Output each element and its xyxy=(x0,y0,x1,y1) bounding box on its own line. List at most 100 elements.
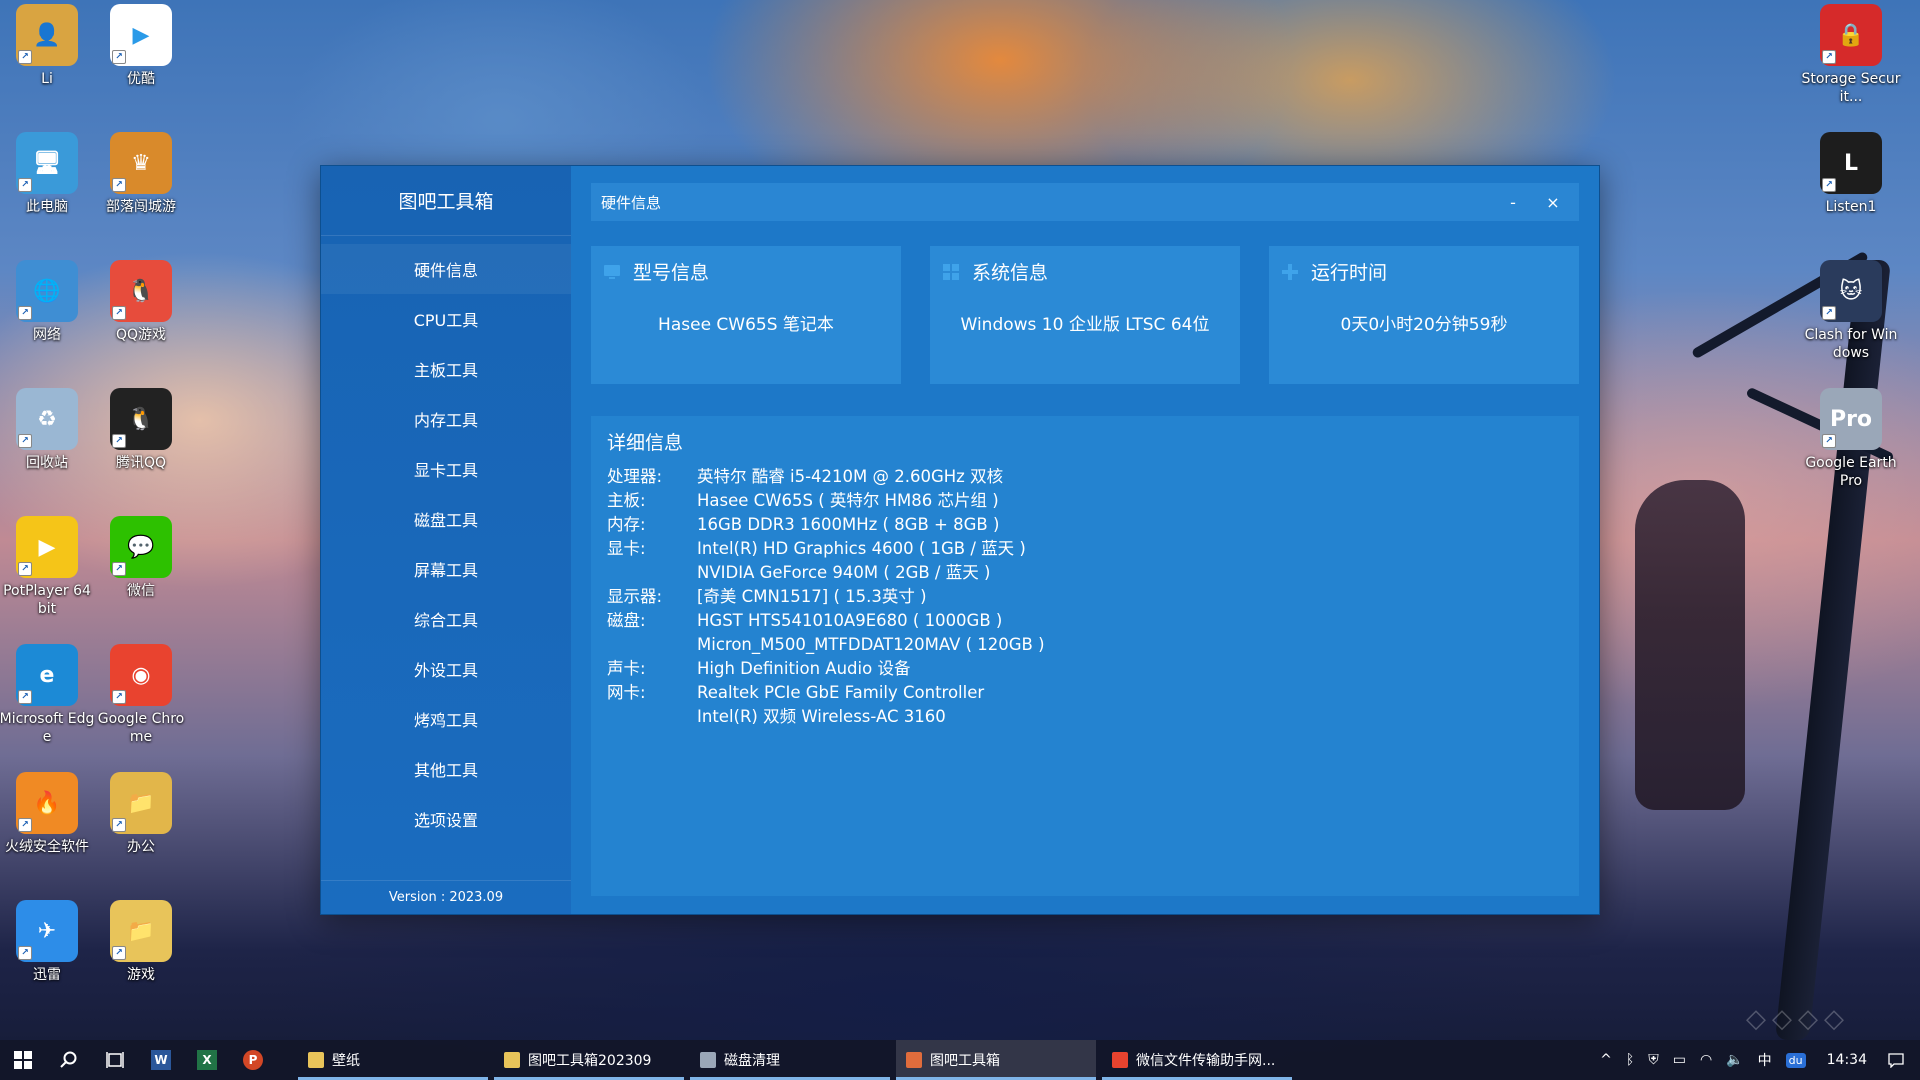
desktop-icon-clash-for-windows[interactable]: 🐱 ↗ Clash for Windows xyxy=(1805,260,1897,372)
desktop-icon-recycle-bin[interactable]: ♻ ↗ 回收站 xyxy=(2,388,92,500)
detail-value: High Definition Audio 设备 xyxy=(697,659,911,678)
taskbar-wallpaper-folder[interactable]: 壁纸 xyxy=(298,1040,488,1080)
desktop-icon-xunlei[interactable]: ✈ ↗ 迅雷 xyxy=(2,900,92,1012)
taskbar-disk-cleanup-icon xyxy=(700,1052,716,1068)
shortcut-arrow-icon: ↗ xyxy=(1822,50,1836,64)
desktop-icon-wechat[interactable]: 💬 ↗ 微信 xyxy=(96,516,186,628)
wifi-icon[interactable]: ◠ xyxy=(1693,1040,1719,1080)
taskbar-chrome-wechat[interactable]: 微信文件传输助手网... xyxy=(1102,1040,1292,1080)
shield-icon[interactable]: ⛨ xyxy=(1641,1040,1666,1080)
chevron-up-icon[interactable]: ^ xyxy=(1593,1040,1619,1080)
desktop-icon-listen1[interactable]: L ↗ Listen1 xyxy=(1806,132,1896,244)
battery-icon[interactable]: ▭ xyxy=(1666,1040,1693,1080)
notification-icon[interactable] xyxy=(1881,1040,1920,1080)
desktop-icon-youku[interactable]: ▶ ↗ 优酷 xyxy=(96,4,186,116)
sidebar-item-4[interactable]: 显卡工具 xyxy=(321,444,571,494)
icon-glyph: 💬 xyxy=(127,534,155,560)
detail-key: 声卡: xyxy=(607,659,646,678)
games-folder-icon: 📁 ↗ xyxy=(110,900,172,962)
detail-key: 显卡: xyxy=(607,539,646,558)
baidu-ime-icon[interactable]: du xyxy=(1779,1040,1813,1080)
word-icon[interactable]: W xyxy=(138,1040,184,1080)
minimize-button[interactable]: - xyxy=(1495,183,1531,221)
powerpoint-icon[interactable]: P xyxy=(230,1040,276,1080)
taskbar-toolbox-app[interactable]: 图吧工具箱 xyxy=(896,1040,1096,1080)
youku-icon: ▶ ↗ xyxy=(110,4,172,66)
card-value: 0天0小时20分钟59秒 xyxy=(1340,315,1508,335)
sidebar: 图吧工具箱 硬件信息 CPU工具 主板工具 内存工具 显卡工具 磁盘工具 屏幕工具 综合工具外… xyxy=(321,166,571,914)
sidebar-item-2[interactable]: 主板工具 xyxy=(321,344,571,394)
window-titlebar[interactable]: 硬件信息 - × xyxy=(591,183,1579,221)
game-app-icon: ♛ ↗ xyxy=(110,132,172,194)
shortcut-arrow-icon: ↗ xyxy=(18,50,32,64)
bluetooth-icon[interactable]: ᛒ xyxy=(1619,1040,1641,1080)
volume-icon[interactable]: 🔈 xyxy=(1719,1040,1750,1080)
desktop-icon-office-folder[interactable]: 📁 ↗ 办公 xyxy=(96,772,186,884)
icon-glyph: ▶ xyxy=(38,534,56,560)
main-panel: 硬件信息 - × 型号信息 Hasee CW65S 笔记本 系统信息 Windo… xyxy=(571,166,1599,914)
desktop-icon-label: Storage Securit... xyxy=(1801,71,1901,105)
taskbar-toolbox-folder[interactable]: 图吧工具箱202309 xyxy=(494,1040,684,1080)
sidebar-item-11[interactable]: 选项设置 xyxy=(321,794,571,844)
sidebar-item-5[interactable]: 磁盘工具 xyxy=(321,494,571,544)
system-tray: ^ ᛒ ⛨ ▭ ◠ 🔈 中 du 14:34 xyxy=(1593,1040,1920,1080)
desktop-icon-potplayer[interactable]: ▶ ↗ PotPlayer 64 bit xyxy=(2,516,92,628)
detail-value: 英特尔 酷睿 i5-4210M @ 2.60GHz 双核 xyxy=(697,467,1004,486)
desktop-icon-label: QQ游戏 xyxy=(115,327,167,343)
task-view-icon[interactable] xyxy=(92,1040,138,1080)
listen1-icon: L ↗ xyxy=(1820,132,1882,194)
clash-for-windows-icon: 🐱 ↗ xyxy=(1820,260,1882,322)
desktop-icon-huorong[interactable]: 🔥 ↗ 火绒安全软件 xyxy=(2,772,92,884)
detail-row: 主板: Hasee CW65S ( 英特尔 HM86 芯片组 ) xyxy=(607,489,1563,513)
taskbar-disk-cleanup[interactable]: 磁盘清理 xyxy=(690,1040,890,1080)
desktop-icon-network[interactable]: 🌐 ↗ 网络 xyxy=(2,260,92,372)
toolbox-window: 图吧工具箱 硬件信息 CPU工具 主板工具 内存工具 显卡工具 磁盘工具 屏幕工具 综合工具外… xyxy=(320,165,1600,915)
desktop-icon-label: Li xyxy=(41,71,53,87)
detail-key: 处理器: xyxy=(607,467,663,486)
shortcut-arrow-icon: ↗ xyxy=(112,178,126,192)
sidebar-item-9[interactable]: 烤鸡工具 xyxy=(321,694,571,744)
shortcut-arrow-icon: ↗ xyxy=(112,562,126,576)
sidebar-item-10[interactable]: 其他工具 xyxy=(321,744,571,794)
close-button[interactable]: × xyxy=(1535,183,1571,221)
google-chrome-icon: ◉ ↗ xyxy=(110,644,172,706)
icon-glyph: L xyxy=(1843,150,1859,176)
icon-glyph: 🐧 xyxy=(127,278,155,304)
desktop-icon-label: Microsoft Edge xyxy=(0,711,95,745)
taskbar-toolbox-folder-icon xyxy=(504,1052,520,1068)
card-title: 系统信息 xyxy=(972,262,1049,284)
desktop-icon-tencent-qq[interactable]: 🐧 ↗ 腾讯QQ xyxy=(96,388,186,500)
sidebar-item-8[interactable]: 外设工具 xyxy=(321,644,571,694)
start-button[interactable] xyxy=(0,1040,46,1080)
taskbar: W X P 壁纸 图吧工具箱202309 磁盘清理 图吧工具箱 微信文件传输助手网...… xyxy=(0,1040,1920,1080)
detail-value: HGST HTS541010A9E680 ( 1000GB ) xyxy=(697,611,1003,630)
search-icon[interactable] xyxy=(46,1040,92,1080)
desktop-icon-qq-game[interactable]: 🐧 ↗ QQ游戏 xyxy=(96,260,186,372)
desktop-icon-user-folder[interactable]: 👤 ↗ Li xyxy=(2,4,92,116)
sidebar-item-1[interactable]: CPU工具 xyxy=(321,294,571,344)
shortcut-arrow-icon: ↗ xyxy=(18,306,32,320)
detail-key xyxy=(607,561,697,585)
desktop-icon-storage-security[interactable]: 🔒 ↗ Storage Securit... xyxy=(1801,4,1901,116)
shortcut-arrow-icon: ↗ xyxy=(112,434,126,448)
desktop-icon-google-earth-pro[interactable]: Pro ↗ Google Earth Pro xyxy=(1805,388,1897,500)
sidebar-item-3[interactable]: 内存工具 xyxy=(321,394,571,444)
taskbar-item-label: 图吧工具箱202309 xyxy=(528,1053,652,1069)
shortcut-arrow-icon: ↗ xyxy=(18,690,32,704)
clock[interactable]: 14:34 xyxy=(1813,1040,1881,1080)
icon-glyph: 📁 xyxy=(127,918,155,944)
desktop-icon-label: 迅雷 xyxy=(33,967,61,983)
detail-row: 显示器: [奇美 CMN1517] ( 15.3英寸 ) xyxy=(607,585,1563,609)
desktop-icon-games-folder[interactable]: 📁 ↗ 游戏 xyxy=(96,900,186,1012)
excel-icon[interactable]: X xyxy=(184,1040,230,1080)
sidebar-item-0[interactable]: 硬件信息 xyxy=(321,244,571,294)
ime-indicator[interactable]: 中 xyxy=(1751,1040,1779,1080)
detail-row: 内存: 16GB DDR3 1600MHz ( 8GB + 8GB ) xyxy=(607,513,1563,537)
desktop-icon-microsoft-edge[interactable]: e ↗ Microsoft Edge xyxy=(0,644,94,756)
desktop-icon-google-chrome[interactable]: ◉ ↗ Google Chrome xyxy=(96,644,186,756)
taskbar-toolbox-app-icon xyxy=(906,1052,922,1068)
desktop-icon-this-pc[interactable]: 🖥 ↗ 此电脑 xyxy=(2,132,92,244)
sidebar-item-7[interactable]: 综合工具 xyxy=(321,594,571,644)
desktop-icon-game-app[interactable]: ♛ ↗ 部落闯城游 xyxy=(96,132,186,244)
sidebar-item-6[interactable]: 屏幕工具 xyxy=(321,544,571,594)
